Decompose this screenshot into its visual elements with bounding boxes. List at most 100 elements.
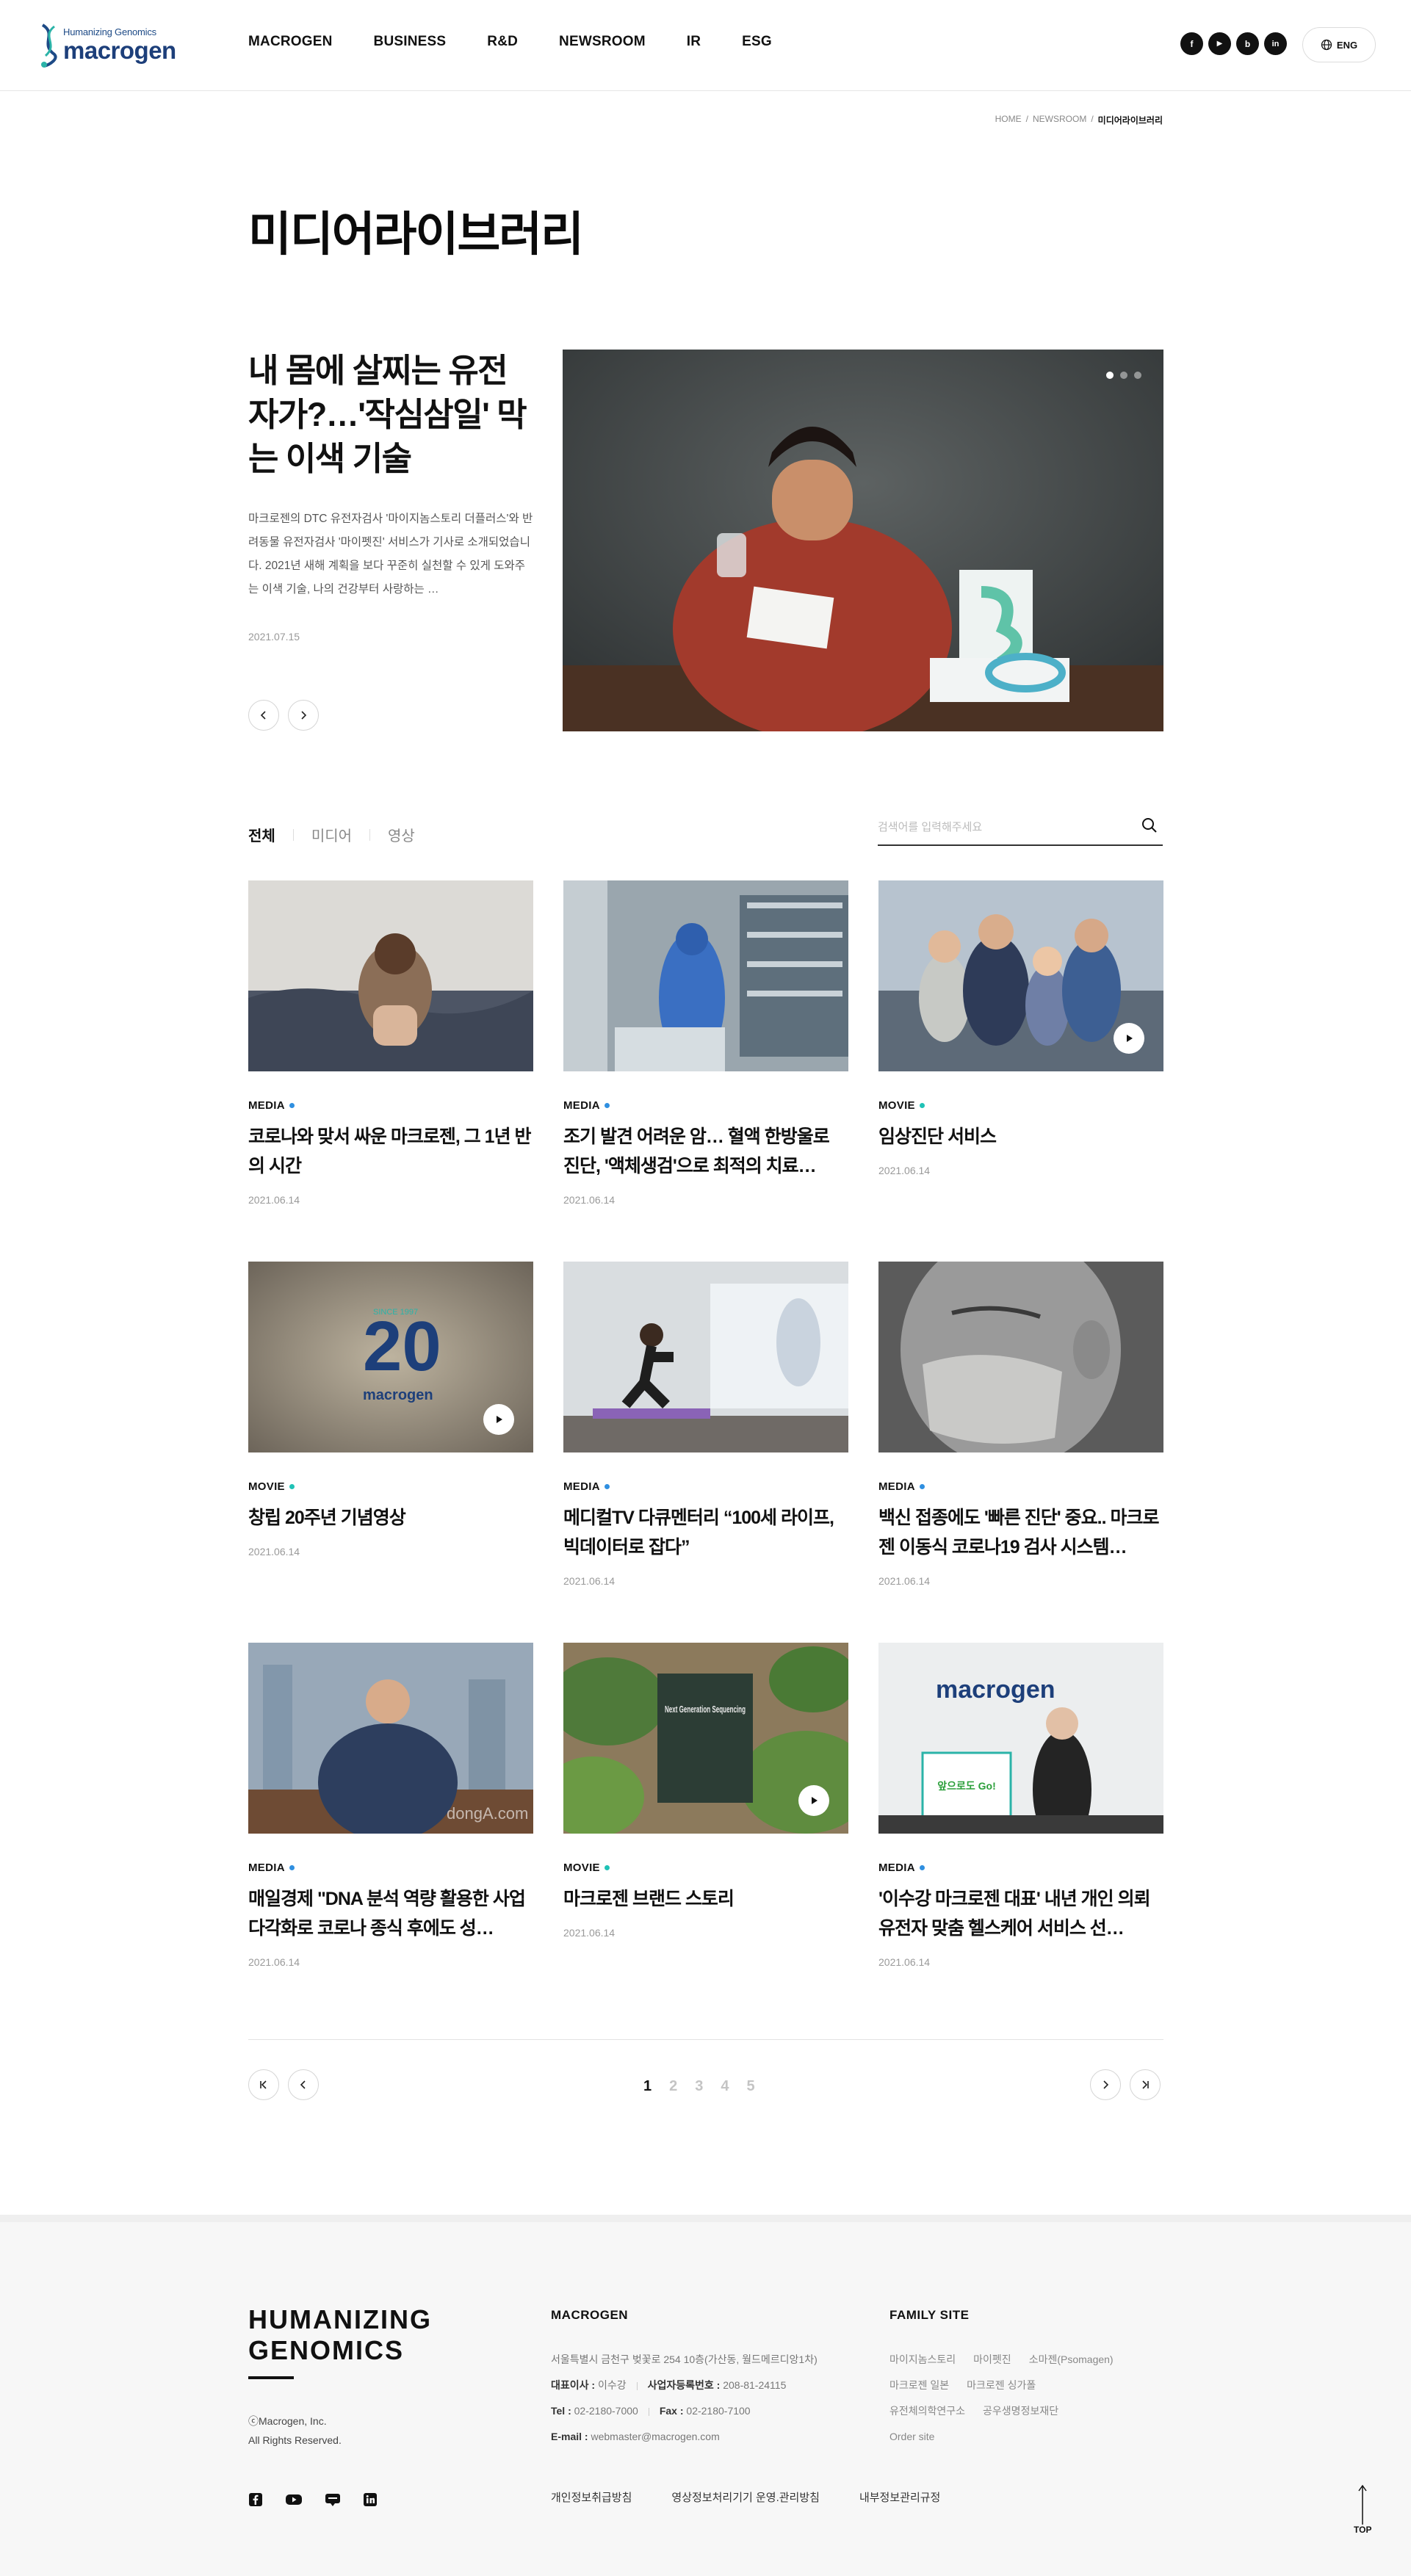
facebook-icon[interactable] [248,2492,263,2507]
card-title[interactable]: 조기 발견 어려운 암… 혈액 한방울로 진단, '액체생검'으로 최적의 치료… [563,1122,848,1181]
media-card[interactable]: MOVIE 임상진단 서비스 2021.06.14 [878,880,1163,1176]
scroll-top-button[interactable]: TOP [1354,2483,1371,2535]
breadcrumb-newsroom[interactable]: NEWSROOM [1033,114,1086,126]
nav-item-esg[interactable]: ESG [742,34,772,50]
nav-item-newsroom[interactable]: NEWSROOM [559,34,646,50]
family-link[interactable]: 마크로젠 일본 [889,2379,949,2391]
feature-prev-button[interactable] [248,700,279,731]
tab-media[interactable]: 미디어 [311,824,352,845]
card-category: MOVIE [248,1480,533,1493]
page-number[interactable]: 2 [669,2078,677,2095]
card-title[interactable]: 매일경제 "DNA 분석 역량 활용한 사업 다각화로 코로나 종식 후에도 성… [248,1884,533,1943]
card-thumbnail[interactable] [878,880,1163,1071]
search-input[interactable] [878,812,1120,842]
media-card[interactable]: dongA.com MEDIA 매일경제 "DNA 분석 역량 활용한 사업 다… [248,1643,533,1968]
tab-video[interactable]: 영상 [388,824,415,845]
nav-item-macrogen[interactable]: MACROGEN [248,34,333,50]
card-thumbnail[interactable] [563,1262,848,1452]
nav-item-rnd[interactable]: R&D [487,34,518,50]
card-thumbnail[interactable]: 20 SINCE 1997 macrogen [248,1262,533,1452]
media-card[interactable]: MEDIA 조기 발견 어려운 암… 혈액 한방울로 진단, '액체생검'으로 … [563,880,848,1206]
privacy-policy-link[interactable]: 개인정보취급방침 [551,2489,632,2505]
card-thumbnail[interactable] [563,880,848,1071]
card-title[interactable]: '이수강 마크로젠 대표' 내년 개인 의뢰 유전자 맞춤 헬스케어 서비스 선… [878,1884,1163,1943]
card-thumbnail[interactable]: Next Generation Sequencing [563,1643,848,1834]
man-with-mask-photo [878,1262,1163,1452]
card-category-label: MOVIE [248,1480,285,1493]
family-link[interactable]: 공우생명정보재단 [983,2405,1058,2417]
family-link[interactable]: 마크로젠 싱가폴 [967,2379,1036,2391]
linkedin-icon[interactable] [363,2492,378,2507]
card-thumbnail[interactable]: dongA.com [248,1643,533,1834]
press-logo: macrogen [936,1676,1055,1704]
tab-all[interactable]: 전체 [248,824,275,845]
card-date: 2021.06.14 [878,1956,931,1968]
nav-item-business[interactable]: BUSINESS [374,34,447,50]
last-page-button[interactable] [1130,2069,1161,2100]
macrogen-logo[interactable]: Humanizing Genomics macrogen [37,22,176,69]
card-title[interactable]: 마크로젠 브랜드 스토리 [563,1884,848,1914]
pagination-next-group [1090,2069,1161,2100]
cctv-policy-link[interactable]: 영상정보처리기기 운영.관리방침 [671,2489,820,2505]
language-button[interactable]: ENG [1302,27,1376,62]
slider-dot[interactable] [1120,372,1127,379]
footer-policy-links: 개인정보취급방침 영상정보처리기기 운영.관리방침 내부정보관리규정 [551,2489,980,2505]
press-banner: 앞으로도 Go! [937,1780,996,1792]
card-title[interactable]: 코로나와 맞서 싸운 마크로젠, 그 1년 반의 시간 [248,1122,533,1181]
breadcrumb-separator: / [1091,114,1094,124]
play-button[interactable] [483,1404,514,1435]
breadcrumb-home[interactable]: HOME [995,114,1022,126]
media-card[interactable]: MEDIA 백신 접종에도 '빠른 진단' 중요.. 마크로젠 이동식 코로나1… [878,1262,1163,1587]
card-title[interactable]: 임상진단 서비스 [878,1122,1163,1151]
slider-dot[interactable] [1134,372,1141,379]
email-value[interactable]: webmaster@macrogen.com [591,2431,719,2442]
feature-image[interactable] [563,350,1163,731]
prev-page-button[interactable] [288,2069,319,2100]
card-title[interactable]: 백신 접종에도 '빠른 진단' 중요.. 마크로젠 이동식 코로나19 검사 시… [878,1503,1163,1562]
page-number[interactable]: 4 [721,2078,729,2095]
media-card[interactable]: MEDIA 코로나와 맞서 싸운 마크로젠, 그 1년 반의 시간 2021.0… [248,880,533,1206]
movie-dot-icon [604,1865,610,1870]
nav-item-ir[interactable]: IR [687,34,701,50]
feature-next-button[interactable] [288,700,319,731]
family-link[interactable]: 마이지놈스토리 [889,2354,956,2365]
youtube-icon[interactable] [285,2492,303,2507]
anniversary-number: 20 [363,1307,441,1386]
first-page-button[interactable] [248,2069,279,2100]
page-number[interactable]: 5 [747,2078,755,2095]
family-link[interactable]: 소마젠(Psomagen) [1029,2354,1114,2365]
footer-col-macrogen-title: MACROGEN [551,2308,629,2322]
slider-dot-active[interactable] [1106,372,1114,379]
card-title[interactable]: 메디컬TV 다큐멘터리 “100세 라이프, 빅데이터로 잡다” [563,1503,848,1562]
tel-value: 02-2180-7000 [574,2405,638,2417]
search-icon[interactable] [1141,817,1158,834]
blog-icon[interactable] [325,2492,341,2507]
card-category: MOVIE [563,1862,848,1874]
family-link[interactable]: Order site [889,2431,934,2442]
blog-icon[interactable]: b [1236,32,1259,55]
footer-tel-row: Tel : 02-2180-7000 Fax : 02-2180-7100 [551,2398,818,2424]
page-number[interactable]: 3 [695,2078,703,2095]
media-card[interactable]: 20 SINCE 1997 macrogen MOVIE 창립 20주년 기념영… [248,1262,533,1557]
play-button[interactable] [1114,1023,1144,1054]
media-card[interactable]: macrogen 앞으로도 Go! MEDIA '이수강 마크로젠 대표' 내년… [878,1643,1163,1968]
family-link[interactable]: 유전체의학연구소 [889,2405,965,2417]
card-title[interactable]: 창립 20주년 기념영상 [248,1503,533,1533]
card-thumbnail[interactable] [248,880,533,1071]
linkedin-icon[interactable]: in [1264,32,1287,55]
media-card[interactable]: MEDIA 메디컬TV 다큐멘터리 “100세 라이프, 빅데이터로 잡다” 2… [563,1262,848,1587]
card-category-label: MOVIE [878,1099,915,1112]
card-thumbnail[interactable]: macrogen 앞으로도 Go! [878,1643,1163,1834]
feature-headline[interactable]: 내 몸에 살찌는 유전자가?…'작심삼일' 막는 이색 기술 [248,349,535,481]
internal-info-policy-link[interactable]: 내부정보관리규정 [859,2489,940,2505]
family-link[interactable]: 마이펫진 [973,2354,1011,2365]
page-number-current[interactable]: 1 [643,2078,652,2095]
media-card[interactable]: Next Generation Sequencing MOVIE 마크로젠 브랜… [563,1643,848,1939]
card-thumbnail[interactable] [878,1262,1163,1452]
next-page-button[interactable] [1090,2069,1121,2100]
movie-dot-icon [289,1484,295,1489]
facebook-icon[interactable]: f [1180,32,1203,55]
youtube-icon[interactable]: ▶ [1208,32,1231,55]
family-row: 마크로젠 일본 마크로젠 싱가폴 [889,2373,1131,2398]
play-button[interactable] [798,1785,829,1816]
